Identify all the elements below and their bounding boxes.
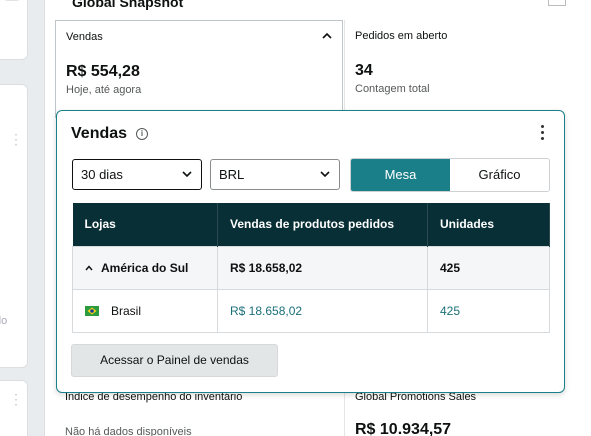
toggle-grafico[interactable]: Gráfico — [450, 159, 549, 191]
left-count-badge: 0 — [1, 0, 23, 1]
vendas-subtext: Hoje, até agora — [66, 84, 142, 96]
pedidos-tile[interactable]: Pedidos em aberto 34 Contagem total — [344, 20, 591, 118]
col-header-vendas[interactable]: Vendas de produtos pedidos — [217, 203, 428, 246]
store-cell: Brasil — [72, 288, 218, 333]
info-icon[interactable]: i — [136, 128, 148, 140]
left-card-bottom: ⋮ — [0, 380, 28, 436]
left-card-top: 0 — [0, 0, 28, 60]
left-kebab-icon-2[interactable]: ⋮ — [9, 392, 23, 406]
group-cell[interactable]: América do Sul — [72, 245, 218, 290]
vendas-popover: Vendas i 30 dias BRL Mesa Gráfico Lojas … — [56, 110, 565, 393]
left-kebab-icon[interactable]: ⋮ — [9, 132, 23, 146]
group-units: 425 — [427, 245, 550, 290]
chevron-up-icon[interactable] — [322, 31, 332, 41]
vendas-tile[interactable]: Vendas R$ 554,28 Hoje, até agora — [55, 20, 343, 118]
vendas-value: R$ 554,28 — [66, 63, 140, 80]
dashboard-stage: 0 ⋮ do ⋮ Global Snapshot Vendas R$ 554,2… — [0, 0, 591, 436]
table-group-row[interactable]: América do Sul R$ 18.658,02 425 — [72, 245, 550, 290]
col-header-unidades[interactable]: Unidades — [427, 203, 550, 246]
toggle-mesa[interactable]: Mesa — [351, 159, 450, 191]
expand-icon[interactable] — [548, 0, 566, 6]
vendas-label: Vendas — [66, 31, 103, 43]
view-toggle: Mesa Gráfico — [350, 158, 550, 192]
currency-select-value: BRL — [219, 167, 245, 182]
left-text-fragment: do — [0, 315, 8, 327]
caret-up-icon[interactable] — [85, 265, 93, 271]
inventario-tile[interactable]: Índice de desempenho do inventário Não h… — [55, 386, 343, 436]
chevron-down-icon — [182, 171, 192, 178]
group-name: América do Sul — [101, 260, 189, 275]
table-row: Brasil R$ 18.658,02 425 — [72, 288, 550, 333]
more-options-icon[interactable] — [540, 125, 546, 141]
group-sales: R$ 18.658,02 — [217, 245, 428, 290]
col-header-lojas[interactable]: Lojas — [72, 203, 218, 246]
store-sales-link[interactable]: R$ 18.658,02 — [217, 288, 428, 333]
left-column: 0 ⋮ do ⋮ — [0, 0, 28, 436]
store-name: Brasil — [111, 303, 142, 318]
sales-table: Lojas Vendas de produtos pedidos Unidade… — [72, 203, 550, 333]
panel-title: Global Snapshot — [72, 0, 184, 10]
promotions-tile[interactable]: Global Promotions Sales R$ 10.934,57 — [344, 386, 591, 436]
popover-title: Vendas — [71, 125, 128, 142]
sales-dashboard-button[interactable]: Acessar o Painel de vendas — [71, 344, 278, 377]
promotions-value: R$ 10.934,57 — [355, 421, 452, 436]
period-select[interactable]: 30 dias — [72, 159, 202, 190]
chevron-down-icon — [320, 171, 330, 178]
pedidos-value: 34 — [355, 62, 373, 79]
store-units-link[interactable]: 425 — [427, 288, 550, 333]
period-select-value: 30 dias — [81, 167, 123, 182]
pedidos-label: Pedidos em aberto — [355, 30, 448, 42]
inventario-subtext: Não há dados disponíveis — [65, 426, 192, 436]
left-card-middle: ⋮ do — [0, 84, 28, 368]
brazil-flag-icon — [85, 306, 99, 317]
currency-select[interactable]: BRL — [210, 159, 340, 190]
pedidos-subtext: Contagem total — [355, 83, 430, 95]
